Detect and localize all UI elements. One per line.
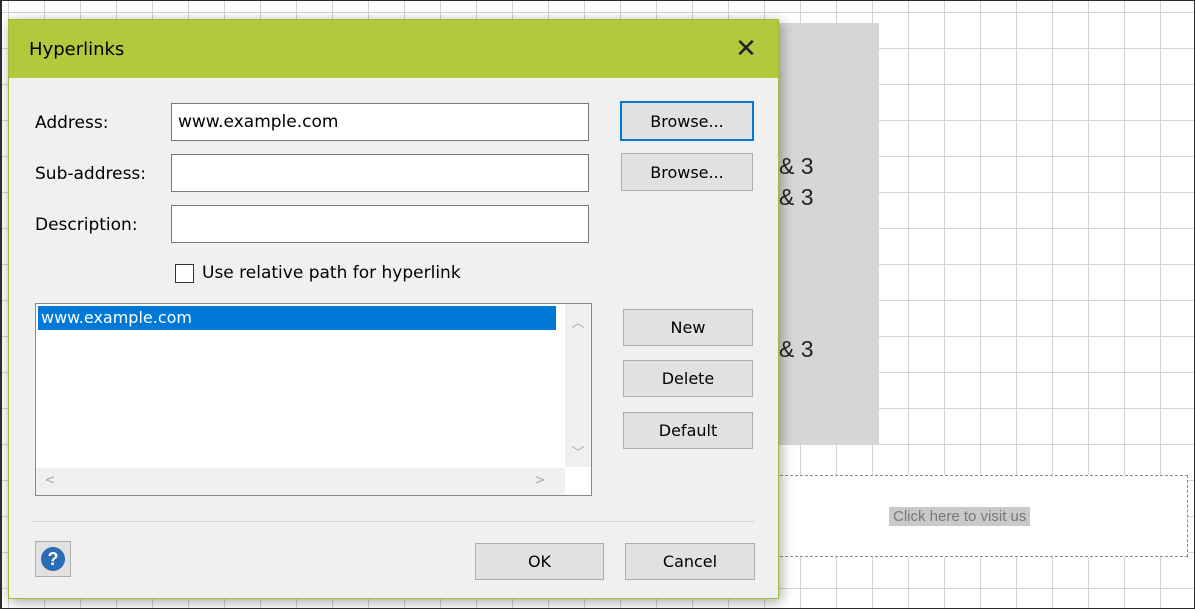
background-shape-text: & 3: [779, 336, 814, 362]
sub-address-browse-button[interactable]: Browse...: [621, 153, 753, 191]
horizontal-scrollbar[interactable]: < >: [36, 468, 565, 495]
address-input[interactable]: [171, 103, 589, 141]
vertical-scrollbar[interactable]: ︿ ﹀: [565, 304, 591, 467]
hyperlink-text[interactable]: Click here to visit us: [889, 507, 1031, 526]
relative-path-option[interactable]: Use relative path for hyperlink: [175, 262, 461, 284]
sub-address-input[interactable]: [171, 154, 589, 192]
scrollbar-corner: [565, 468, 591, 495]
hyperlinks-dialog: Hyperlinks ✕ Address: Browse... Sub-addr…: [8, 19, 779, 599]
address-browse-button[interactable]: Browse...: [620, 101, 754, 141]
scroll-down-icon[interactable]: ﹀: [568, 442, 588, 461]
scroll-right-icon[interactable]: >: [530, 473, 550, 488]
relative-path-label[interactable]: Use relative path for hyperlink: [202, 263, 461, 283]
relative-path-checkbox[interactable]: [175, 263, 194, 283]
help-icon: ?: [41, 547, 65, 571]
footer-divider: [33, 521, 754, 522]
new-button[interactable]: New: [623, 309, 753, 346]
dialog-titlebar[interactable]: Hyperlinks ✕: [9, 20, 778, 78]
cancel-button[interactable]: Cancel: [625, 543, 755, 580]
help-button[interactable]: ?: [35, 541, 71, 577]
background-shape-text: & 3: [779, 153, 814, 179]
description-input[interactable]: [171, 205, 589, 243]
dialog-title: Hyperlinks: [29, 39, 125, 60]
scroll-up-icon[interactable]: ︿: [568, 312, 588, 331]
description-label: Description:: [35, 215, 138, 235]
default-button[interactable]: Default: [623, 412, 753, 449]
list-item[interactable]: www.example.com: [38, 306, 556, 330]
delete-button[interactable]: Delete: [623, 360, 753, 397]
scroll-left-icon[interactable]: <: [40, 473, 60, 488]
sub-address-label: Sub-address:: [35, 164, 147, 184]
background-shape-text: & 3: [779, 184, 814, 210]
close-icon[interactable]: ✕: [731, 34, 761, 64]
address-label: Address:: [35, 113, 109, 133]
ok-button[interactable]: OK: [475, 543, 604, 580]
hyperlinks-listbox[interactable]: www.example.com ︿ ﹀ < >: [35, 303, 592, 496]
